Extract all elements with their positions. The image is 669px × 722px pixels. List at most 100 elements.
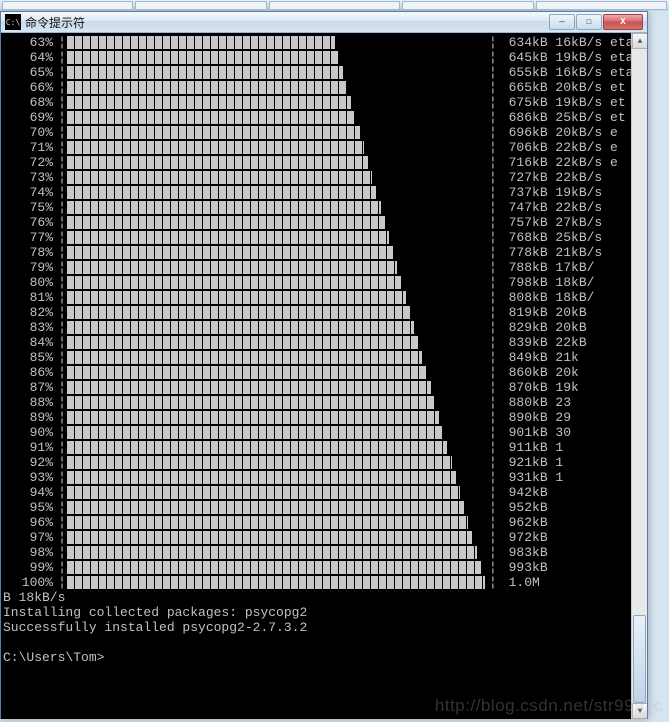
percent-label: 66% [1, 80, 57, 95]
pipe-icon: ¦ [57, 155, 67, 170]
progress-line: 100%¦¦ 1.0M [1, 575, 647, 590]
progress-fill [67, 96, 351, 109]
progress-fill [67, 276, 401, 289]
maximize-button[interactable]: ☐ [576, 14, 602, 30]
titlebar[interactable]: C:\ 命令提示符 — ☐ X [1, 12, 647, 33]
progress-stats: 942kB [497, 485, 548, 500]
progress-line: 65%¦¦ 655kB 16kB/s eta [1, 65, 647, 80]
pipe-icon: ¦ [489, 245, 497, 260]
pipe-icon: ¦ [57, 140, 67, 155]
scroll-up-button[interactable]: ▲ [632, 33, 647, 49]
progress-line: 97%¦¦ 972kB [1, 530, 647, 545]
background-taskbar [0, 0, 669, 11]
progress-fill [67, 201, 381, 214]
progress-line: 91%¦¦ 911kB 1 [1, 440, 647, 455]
output-line: B 18kB/s [1, 590, 647, 605]
pipe-icon: ¦ [489, 95, 497, 110]
percent-label: 85% [1, 350, 57, 365]
percent-label: 68% [1, 95, 57, 110]
pipe-icon: ¦ [489, 320, 497, 335]
vertical-scrollbar[interactable]: ▲ ▼ [631, 33, 647, 719]
pipe-icon: ¦ [57, 530, 67, 545]
percent-label: 75% [1, 200, 57, 215]
percent-label: 70% [1, 125, 57, 140]
pipe-icon: ¦ [57, 275, 67, 290]
pipe-icon: ¦ [489, 380, 497, 395]
output-line [1, 635, 647, 650]
pipe-icon: ¦ [489, 425, 497, 440]
minimize-button[interactable]: — [549, 14, 575, 30]
pipe-icon: ¦ [489, 575, 497, 590]
progress-line: 96%¦¦ 962kB [1, 515, 647, 530]
progress-fill [67, 396, 435, 409]
pipe-icon: ¦ [57, 485, 67, 500]
percent-label: 71% [1, 140, 57, 155]
scroll-track[interactable] [632, 49, 647, 703]
progress-stats: 798kB 18kB/ [497, 275, 595, 290]
progress-line: 95%¦¦ 952kB [1, 500, 647, 515]
progress-stats: 696kB 20kB/s e [497, 125, 618, 140]
prompt-line[interactable]: C:\Users\Tom> [1, 650, 647, 665]
pipe-icon: ¦ [57, 290, 67, 305]
progress-stats: 655kB 16kB/s eta [497, 65, 634, 80]
pipe-icon: ¦ [57, 470, 67, 485]
progress-fill [67, 66, 343, 79]
scroll-down-button[interactable]: ▼ [632, 703, 647, 719]
pipe-icon: ¦ [57, 440, 67, 455]
percent-label: 64% [1, 50, 57, 65]
progress-fill [67, 381, 431, 394]
percent-label: 100% [1, 575, 57, 590]
progress-line: 93%¦¦ 931kB 1 [1, 470, 647, 485]
pipe-icon: ¦ [57, 35, 67, 50]
taskbar-tab [2, 1, 133, 10]
progress-stats: 849kB 21k [497, 350, 579, 365]
pipe-icon: ¦ [489, 215, 497, 230]
progress-fill [67, 156, 368, 169]
pipe-icon: ¦ [489, 470, 497, 485]
pipe-icon: ¦ [489, 455, 497, 470]
progress-fill [67, 561, 481, 574]
progress-stats: 819kB 20kB [497, 305, 587, 320]
pipe-icon: ¦ [489, 335, 497, 350]
taskbar-tab [402, 1, 533, 10]
percent-label: 96% [1, 515, 57, 530]
percent-label: 63% [1, 35, 57, 50]
pipe-icon: ¦ [489, 260, 497, 275]
terminal-area[interactable]: 63%¦¦ 634kB 16kB/s eta64%¦¦ 645kB 19kB/s… [1, 33, 647, 719]
progress-fill [67, 546, 477, 559]
pipe-icon: ¦ [489, 515, 497, 530]
progress-fill [67, 441, 447, 454]
scroll-thumb[interactable] [633, 615, 646, 703]
progress-line: 81%¦¦ 808kB 18kB/ [1, 290, 647, 305]
pipe-icon: ¦ [489, 365, 497, 380]
progress-stats: 921kB 1 [497, 455, 563, 470]
progress-fill [67, 111, 355, 124]
progress-line: 98%¦¦ 983kB [1, 545, 647, 560]
pipe-icon: ¦ [57, 320, 67, 335]
pipe-icon: ¦ [57, 575, 67, 590]
pipe-icon: ¦ [57, 200, 67, 215]
progress-line: 76%¦¦ 757kB 27kB/s [1, 215, 647, 230]
percent-label: 89% [1, 410, 57, 425]
progress-line: 94%¦¦ 942kB [1, 485, 647, 500]
progress-line: 83%¦¦ 829kB 20kB [1, 320, 647, 335]
terminal-lines: 63%¦¦ 634kB 16kB/s eta64%¦¦ 645kB 19kB/s… [1, 33, 647, 665]
progress-stats: 983kB [497, 545, 548, 560]
progress-fill [67, 231, 389, 244]
percent-label: 87% [1, 380, 57, 395]
progress-line: 66%¦¦ 665kB 20kB/s et [1, 80, 647, 95]
pipe-icon: ¦ [57, 230, 67, 245]
percent-label: 95% [1, 500, 57, 515]
pipe-icon: ¦ [57, 110, 67, 125]
progress-line: 89%¦¦ 890kB 29 [1, 410, 647, 425]
percent-label: 92% [1, 455, 57, 470]
pipe-icon: ¦ [57, 170, 67, 185]
pipe-icon: ¦ [57, 215, 67, 230]
progress-fill [67, 186, 376, 199]
percent-label: 79% [1, 260, 57, 275]
percent-label: 88% [1, 395, 57, 410]
progress-line: 84%¦¦ 839kB 22kB [1, 335, 647, 350]
progress-stats: 675kB 19kB/s et [497, 95, 626, 110]
progress-stats: 788kB 17kB/ [497, 260, 595, 275]
close-button[interactable]: X [603, 14, 643, 30]
